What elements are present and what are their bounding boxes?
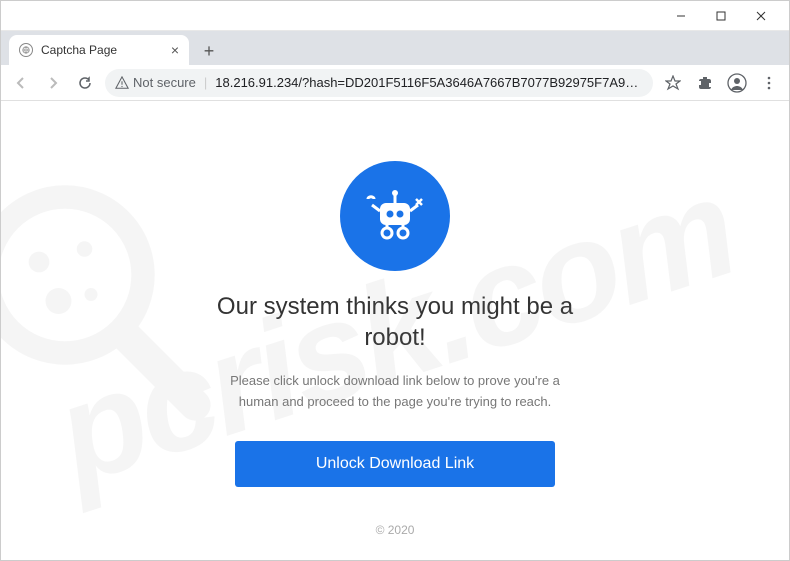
unlock-download-button[interactable]: Unlock Download Link	[235, 441, 555, 487]
close-window-button[interactable]	[741, 2, 781, 30]
browser-window: Captcha Page × + Not secure	[0, 0, 790, 561]
magnifier-watermark-icon	[1, 171, 221, 431]
omnibox[interactable]: Not secure | 18.216.91.234/?hash=DD201F5…	[105, 69, 653, 97]
page-heading: Our system thinks you might be a robot!	[215, 291, 575, 353]
tab-strip: Captcha Page × +	[1, 31, 789, 65]
url-text: 18.216.91.234/?hash=DD201F5116F5A3646A76…	[215, 75, 643, 90]
new-tab-button[interactable]: +	[195, 37, 223, 65]
profile-avatar-icon[interactable]	[725, 71, 749, 95]
back-button[interactable]	[9, 71, 33, 95]
address-bar: Not secure | 18.216.91.234/?hash=DD201F5…	[1, 65, 789, 101]
page-subtext: Please click unlock download link below …	[225, 371, 565, 413]
window-titlebar	[1, 1, 789, 31]
not-secure-label: Not secure	[133, 75, 196, 90]
browser-tab[interactable]: Captcha Page ×	[9, 35, 189, 65]
maximize-button[interactable]	[701, 2, 741, 30]
not-secure-badge: Not secure	[115, 75, 196, 90]
bookmark-star-icon[interactable]	[661, 71, 685, 95]
robot-icon	[340, 161, 450, 271]
forward-button[interactable]	[41, 71, 65, 95]
minimize-button[interactable]	[661, 2, 701, 30]
reload-button[interactable]	[73, 71, 97, 95]
extensions-icon[interactable]	[693, 71, 717, 95]
page-footer: © 2020	[376, 523, 415, 537]
close-tab-icon[interactable]: ×	[171, 42, 179, 58]
globe-icon	[19, 43, 33, 57]
tab-title: Captcha Page	[41, 43, 163, 57]
warning-icon	[115, 76, 129, 90]
page-content: pcrisk.com Our system thinks you might b…	[1, 101, 789, 560]
menu-dots-icon[interactable]	[757, 71, 781, 95]
